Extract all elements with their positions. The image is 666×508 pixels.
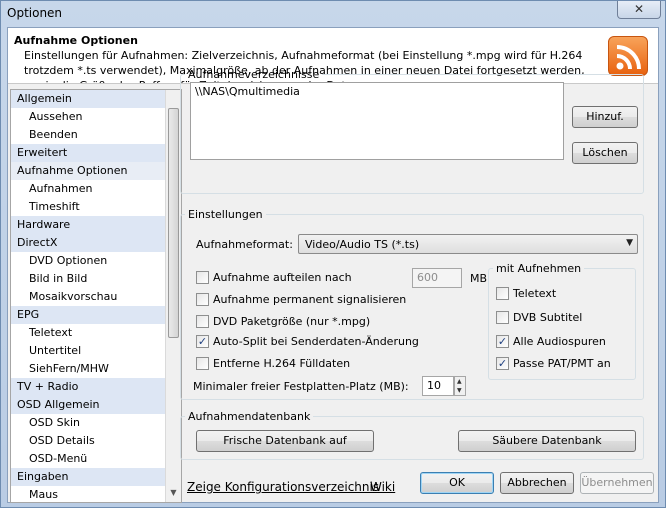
nav-item-maus[interactable]: Maus bbox=[11, 486, 166, 502]
remove-h264-filler-label: Entferne H.264 Fülldaten bbox=[213, 357, 351, 370]
nav-item-osd-skin[interactable]: OSD Skin bbox=[11, 414, 166, 432]
dvd-packet-size-box[interactable] bbox=[196, 315, 209, 328]
add-directory-button[interactable]: Hinzuf. bbox=[572, 106, 638, 128]
teletext-box[interactable] bbox=[496, 287, 509, 300]
nav-item-mosaikvorschau[interactable]: Mosaikvorschau bbox=[11, 288, 166, 306]
remove-h264-filler-checkbox[interactable]: Entferne H.264 Fülldaten bbox=[196, 356, 416, 372]
chevron-down-icon: ▼ bbox=[626, 238, 633, 248]
split-recording-checkbox[interactable]: Aufnahme aufteilen nach bbox=[196, 270, 396, 286]
check-icon[interactable]: ✓ bbox=[196, 335, 209, 348]
scroll-down-icon[interactable]: ▼ bbox=[168, 488, 179, 500]
dvd-packet-size-checkbox[interactable]: DVD Paketgröße (nur *.mpg) bbox=[196, 314, 416, 330]
fresh-database-button[interactable]: Frische Datenbank auf bbox=[196, 430, 374, 452]
min-free-space-input[interactable]: 10 bbox=[422, 376, 454, 396]
cancel-button[interactable]: Abbrechen bbox=[500, 472, 574, 494]
window-title: Optionen bbox=[7, 6, 63, 20]
min-free-space-label: Minimaler freier Festplatten-Platz (MB): bbox=[193, 380, 409, 393]
nav-item-timeshift[interactable]: Timeshift bbox=[11, 198, 166, 216]
spin-down-icon[interactable]: ▼ bbox=[457, 387, 462, 394]
nav-item-untertitel[interactable]: Untertitel bbox=[11, 342, 166, 360]
nav-item-eingaben[interactable]: Eingaben bbox=[11, 468, 166, 486]
teletext-checkbox[interactable]: Teletext bbox=[496, 286, 616, 302]
split-size-unit: MB bbox=[470, 272, 488, 285]
show-config-directory-link[interactable]: Zeige Konfigurationsverzeichnis bbox=[187, 480, 379, 494]
permanent-signal-checkbox[interactable]: Aufnahme permanent signalisieren bbox=[196, 292, 416, 308]
recording-database-legend: Aufnahmendatenbank bbox=[188, 410, 311, 423]
recording-format-label: Aufnahmeformat: bbox=[196, 238, 293, 251]
nav-item-osd-details[interactable]: OSD Details bbox=[11, 432, 166, 450]
adjust-pat-pmt-checkbox[interactable]: ✓ Passe PAT/PMT an bbox=[496, 356, 626, 372]
remove-h264-filler-box[interactable] bbox=[196, 357, 209, 370]
dvb-subtitle-checkbox[interactable]: DVB Subtitel bbox=[496, 310, 616, 326]
check-icon[interactable]: ✓ bbox=[496, 335, 509, 348]
nav-item-bild-in-bild[interactable]: Bild in Bild bbox=[11, 270, 166, 288]
recording-directories-legend: Aufnahmeverzeichnisse bbox=[188, 68, 320, 81]
recording-format-value: Video/Audio TS (*.ts) bbox=[305, 238, 420, 251]
adjust-pat-pmt-label: Passe PAT/PMT an bbox=[513, 357, 611, 370]
nav-item-teletext[interactable]: Teletext bbox=[11, 324, 166, 342]
scrollbar-thumb[interactable] bbox=[168, 108, 179, 338]
nav-item-aufnahmen[interactable]: Aufnahmen bbox=[11, 180, 166, 198]
recording-format-select[interactable]: Video/Audio TS (*.ts) ▼ bbox=[298, 234, 638, 254]
permanent-signal-box[interactable] bbox=[196, 293, 209, 306]
nav-item-siehfern-mhw[interactable]: SiehFern/MHW bbox=[11, 360, 166, 378]
nav-item-epg[interactable]: EPG bbox=[11, 306, 166, 324]
nav-item-erweitert[interactable]: Erweitert bbox=[11, 144, 166, 162]
close-icon: ✕ bbox=[633, 2, 645, 16]
close-button[interactable]: ✕ bbox=[617, 1, 661, 19]
split-recording-label: Aufnahme aufteilen nach bbox=[213, 271, 352, 284]
nav-item-osd-allgemein[interactable]: OSD Allgemein bbox=[11, 396, 166, 414]
clean-database-button[interactable]: Säubere Datenbank bbox=[458, 430, 636, 452]
auto-split-label: Auto-Split bei Senderdaten-Änderung bbox=[213, 335, 419, 348]
nav-item-beenden[interactable]: Beenden bbox=[11, 126, 166, 144]
wiki-link[interactable]: Wiki bbox=[370, 480, 395, 494]
delete-directory-button[interactable]: Löschen bbox=[572, 142, 638, 164]
category-list: Allgemein Aussehen Beenden Erweitert Auf… bbox=[11, 90, 166, 502]
split-size-input[interactable]: 600 bbox=[412, 268, 462, 288]
split-recording-box[interactable] bbox=[196, 271, 209, 284]
settings-legend: Einstellungen bbox=[188, 208, 263, 221]
auto-split-checkbox[interactable]: ✓ Auto-Split bei Senderdaten-Änderung bbox=[196, 334, 426, 350]
nav-item-dvd-optionen[interactable]: DVD Optionen bbox=[11, 252, 166, 270]
nav-item-aussehen[interactable]: Aussehen bbox=[11, 108, 166, 126]
check-icon[interactable]: ✓ bbox=[496, 357, 509, 370]
nav-item-aufnahme-optionen[interactable]: Aufnahme Optionen bbox=[11, 162, 166, 180]
category-tree[interactable]: Allgemein Aussehen Beenden Erweitert Auf… bbox=[10, 89, 182, 503]
nav-item-directx[interactable]: DirectX bbox=[11, 234, 166, 252]
min-free-space-spinner[interactable]: ▲ ▼ bbox=[454, 376, 466, 396]
permanent-signal-label: Aufnahme permanent signalisieren bbox=[213, 293, 407, 306]
nav-item-osd-menue[interactable]: OSD-Menü bbox=[11, 450, 166, 468]
category-scrollbar[interactable]: ▼ bbox=[165, 90, 181, 502]
spin-up-icon[interactable]: ▲ bbox=[457, 378, 462, 385]
page-title: Aufnahme Optionen bbox=[14, 34, 138, 47]
recording-directories-list[interactable]: \\NAS\Qmultimedia bbox=[190, 82, 564, 160]
dvd-packet-size-label: DVD Paketgröße (nur *.mpg) bbox=[213, 315, 371, 328]
dvb-subtitle-box[interactable] bbox=[496, 311, 509, 324]
with-recording-legend: mit Aufnehmen bbox=[496, 262, 582, 275]
dvb-subtitle-label: DVB Subtitel bbox=[513, 311, 583, 324]
title-bar[interactable]: Optionen ✕ bbox=[1, 1, 665, 27]
list-item[interactable]: \\NAS\Qmultimedia bbox=[195, 85, 300, 98]
all-audio-tracks-label: Alle Audiospuren bbox=[513, 335, 606, 348]
apply-button[interactable]: Übernehmen bbox=[580, 472, 654, 494]
nav-item-hardware[interactable]: Hardware bbox=[11, 216, 166, 234]
nav-item-allgemein[interactable]: Allgemein bbox=[11, 90, 166, 108]
ok-button[interactable]: OK bbox=[420, 472, 494, 494]
all-audio-tracks-checkbox[interactable]: ✓ Alle Audiospuren bbox=[496, 334, 626, 350]
nav-item-tv-radio[interactable]: TV + Radio bbox=[11, 378, 166, 396]
teletext-label: Teletext bbox=[513, 287, 557, 300]
